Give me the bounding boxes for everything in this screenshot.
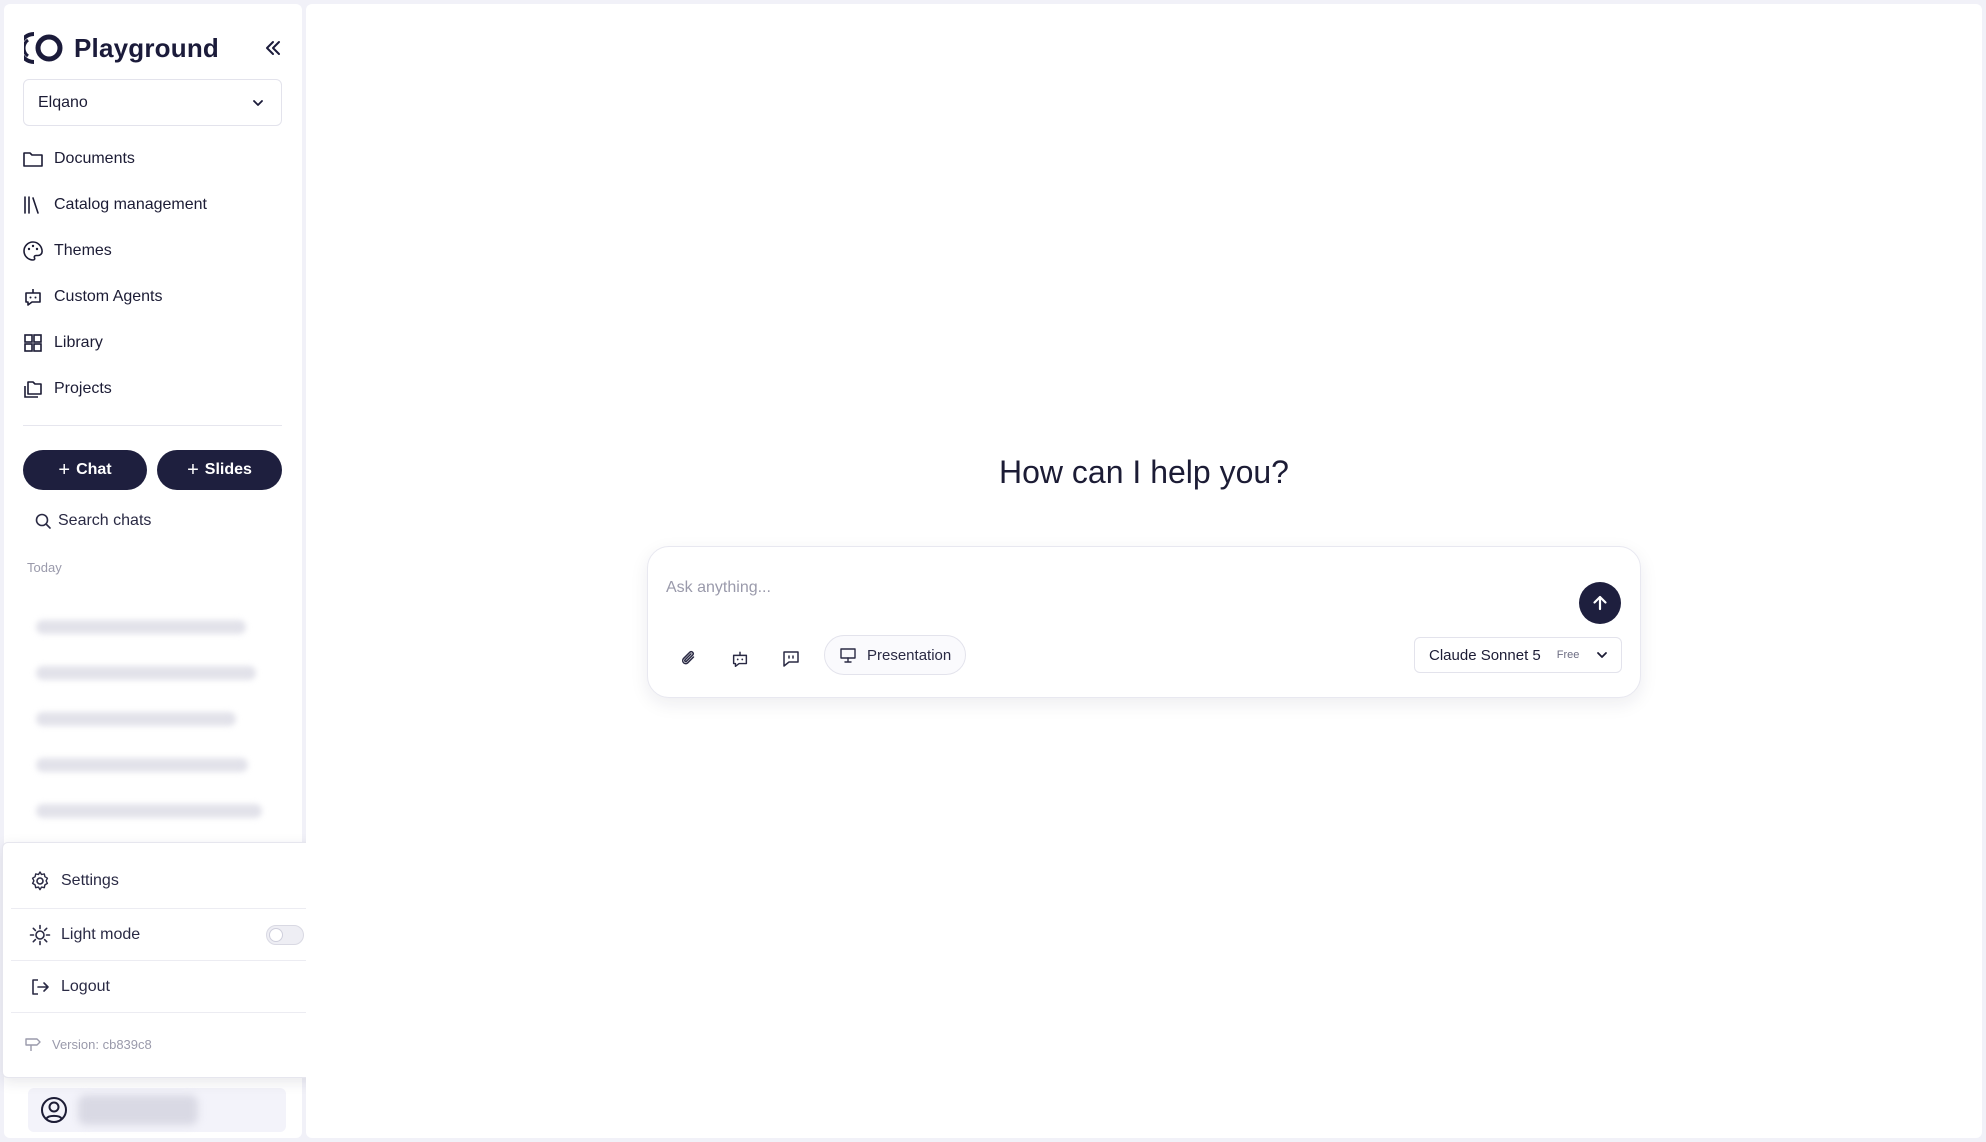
toggle-knob [269, 928, 283, 942]
chevron-down-icon [253, 99, 263, 106]
redacted-chat-title [36, 758, 248, 772]
presentation-label: Presentation [867, 646, 952, 664]
send-button[interactable] [1579, 582, 1621, 624]
model-tier-badge: Free [1556, 649, 1580, 661]
redacted-chat-title [36, 666, 256, 680]
grid-icon [22, 332, 44, 354]
logout-label: Logout [61, 978, 110, 995]
arrow-up-icon [1593, 595, 1607, 611]
playground-logo-icon [24, 32, 63, 64]
new-chat-label: Chat [76, 461, 112, 478]
list-item[interactable] [36, 788, 266, 834]
list-item[interactable] [36, 604, 266, 650]
redacted-chat-title [36, 620, 246, 634]
sidebar-item-catalog-management[interactable]: Catalog management [22, 182, 284, 228]
list-item[interactable] [36, 696, 266, 742]
attach-button[interactable] [674, 644, 704, 674]
new-slides-label: Slides [204, 461, 252, 478]
signpost-icon [24, 1036, 42, 1052]
chevrons-left-icon [266, 41, 280, 55]
model-name: Claude Sonnet 5 [1429, 646, 1541, 664]
page-title: How can I help you? [999, 454, 1289, 490]
paperclip-icon [681, 650, 695, 665]
light-mode-toggle[interactable] [266, 925, 304, 945]
collapse-sidebar-button[interactable] [258, 34, 288, 62]
light-mode-label: Light mode [61, 926, 141, 943]
folders-icon [22, 378, 44, 400]
brand-name: Playground [74, 32, 220, 63]
menu-divider [11, 908, 325, 909]
bot-icon [22, 286, 44, 308]
model-select[interactable]: Claude Sonnet 5 Free [1414, 637, 1622, 673]
sidebar-item-label: Library [54, 334, 103, 351]
settings-label: Settings [61, 872, 119, 889]
app-root: Playground Elqano Documents Catalog mana… [0, 0, 1986, 1142]
logout-menu-item[interactable]: Logout [29, 976, 110, 998]
plus-icon: + [187, 458, 199, 481]
light-mode-menu-item[interactable]: Light mode [29, 924, 140, 946]
sidebar-item-library[interactable]: Library [22, 320, 284, 366]
books-icon [22, 194, 44, 216]
redacted-user-name [78, 1095, 198, 1125]
sidebar-item-label: Custom Agents [54, 288, 163, 305]
new-chat-button[interactable]: + Chat [23, 450, 147, 490]
message-square-icon [783, 651, 799, 667]
sidebar-item-label: Catalog management [54, 196, 207, 213]
list-item[interactable] [36, 742, 266, 788]
search-icon [34, 512, 52, 530]
sidebar-item-custom-agents[interactable]: Custom Agents [22, 274, 284, 320]
redacted-chat-title [36, 804, 262, 818]
sidebar-item-label: Projects [54, 380, 112, 397]
list-item[interactable] [36, 650, 266, 696]
new-slides-button[interactable]: + Slides [157, 450, 282, 490]
menu-divider [11, 1012, 325, 1013]
sidebar-item-label: Themes [54, 242, 112, 259]
presentation-icon [839, 646, 857, 664]
redacted-chat-title [36, 712, 236, 726]
main-panel: How can I help you? Ask anything... Pres… [306, 4, 1982, 1138]
logout-icon [29, 976, 51, 998]
sidebar-nav: Documents Catalog management Themes Cust… [22, 136, 284, 412]
palette-icon [22, 240, 44, 262]
version-text: Version: cb839c8 [52, 1036, 152, 1052]
history-section-label: Today [27, 560, 62, 575]
organization-select-value: Elqano [38, 93, 88, 111]
folder-icon [22, 148, 44, 170]
brand[interactable]: Playground [24, 28, 219, 68]
sidebar-item-themes[interactable]: Themes [22, 228, 284, 274]
sidebar-item-label: Documents [54, 150, 135, 167]
user-circle-icon [41, 1097, 67, 1123]
gear-icon [29, 870, 51, 892]
chat-history-list [36, 604, 266, 834]
menu-divider [11, 960, 325, 961]
user-profile-button[interactable] [28, 1088, 286, 1132]
prompt-button[interactable] [776, 644, 806, 674]
settings-menu-item[interactable]: Settings [29, 870, 119, 892]
chat-composer: Presentation Claude Sonnet 5 Free [647, 546, 1641, 698]
agent-button[interactable] [725, 644, 755, 674]
plus-icon: + [58, 458, 71, 481]
sun-icon [29, 924, 51, 946]
prompt-input[interactable] [666, 575, 1546, 601]
search-chats-label: Search chats [58, 512, 152, 529]
sidebar-item-projects[interactable]: Projects [22, 366, 284, 412]
sidebar-divider [23, 425, 282, 426]
presentation-chip[interactable]: Presentation [824, 635, 967, 675]
sidebar-item-documents[interactable]: Documents [22, 136, 284, 182]
organization-select[interactable]: Elqano [23, 79, 282, 126]
bot-icon [732, 651, 748, 667]
search-chats[interactable]: Search chats [34, 506, 151, 536]
chevron-down-icon [1595, 648, 1609, 662]
version-info: Version: cb839c8 [24, 1036, 152, 1052]
